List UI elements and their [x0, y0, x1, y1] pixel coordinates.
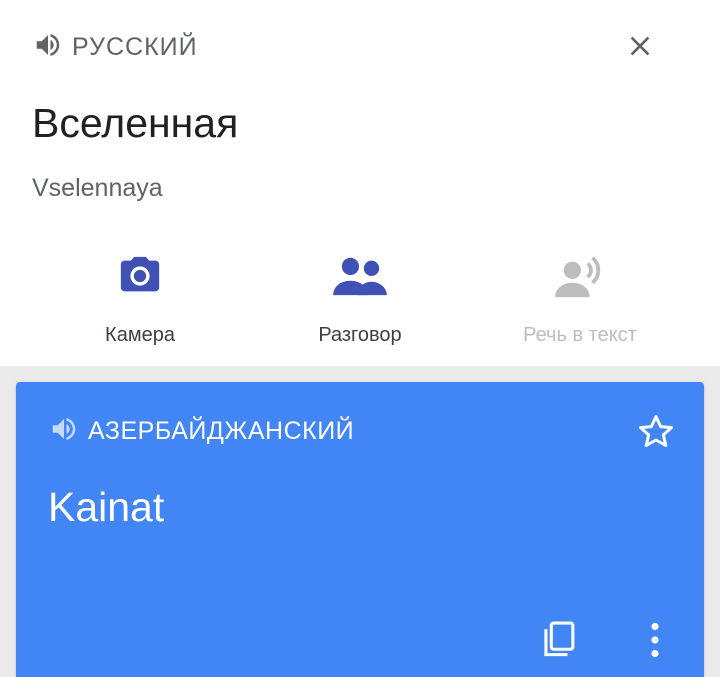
conversation-icon — [333, 257, 387, 296]
star-icon — [639, 415, 673, 447]
more-options-button[interactable] — [640, 618, 670, 662]
source-language-label: РУССКИЙ — [72, 32, 198, 61]
copy-icon — [544, 621, 575, 657]
source-text: Вселенная — [32, 100, 239, 146]
more-vertical-icon — [651, 622, 659, 658]
speech-to-text-button[interactable]: Речь в текст — [470, 240, 690, 360]
target-language-label: АЗЕРБАЙДЖАНСКИЙ — [88, 416, 355, 445]
close-icon — [630, 36, 650, 56]
close-button[interactable] — [620, 26, 660, 66]
favorite-button[interactable] — [634, 410, 678, 454]
translation-card: АЗЕРБАЙДЖАНСКИЙ Kainat — [16, 382, 704, 677]
copy-button[interactable] — [538, 618, 580, 662]
speaker-icon[interactable] — [48, 414, 80, 449]
camera-button[interactable]: Камера — [30, 240, 250, 360]
camera-label: Камера — [105, 324, 175, 346]
speech-to-text-icon — [555, 256, 601, 298]
source-language-row[interactable]: РУССКИЙ — [32, 30, 198, 64]
speech-to-text-label: Речь в текст — [523, 324, 637, 346]
conversation-label: Разговор — [318, 324, 402, 346]
action-bar: Камера Разговор Речь в текст — [30, 240, 690, 360]
source-panel: РУССКИЙ Вселенная Vselennaya Камера Разг… — [0, 0, 720, 366]
transliteration: Vselennaya — [32, 174, 163, 202]
camera-icon — [120, 256, 160, 292]
speaker-icon[interactable] — [32, 30, 64, 65]
conversation-button[interactable]: Разговор — [250, 240, 470, 360]
translation-text: Kainat — [48, 484, 165, 530]
target-language-row[interactable]: АЗЕРБАЙДЖАНСКИЙ — [48, 414, 354, 448]
